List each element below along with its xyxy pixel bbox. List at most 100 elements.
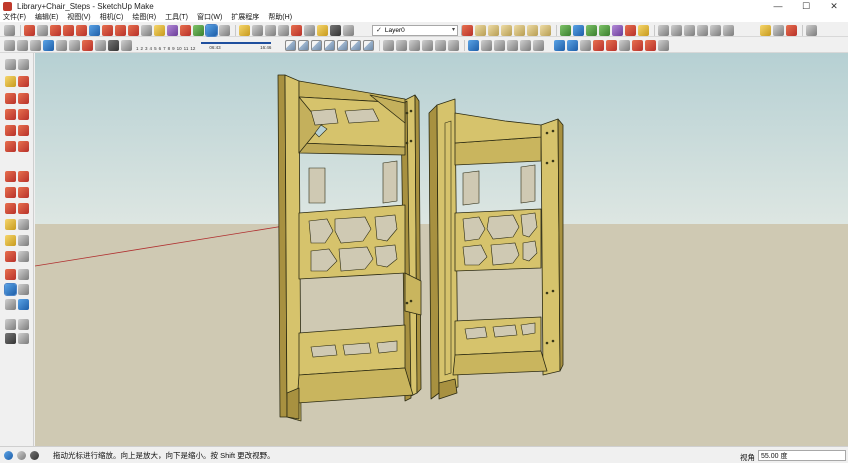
walk-icon[interactable] [5, 333, 16, 344]
shadow-time-track[interactable] [201, 42, 272, 44]
pan-tool-icon[interactable] [193, 24, 204, 36]
tape-measure-icon[interactable] [239, 24, 250, 36]
union-icon[interactable] [409, 39, 420, 51]
offset-tool-icon[interactable] [141, 24, 152, 36]
solid-inspector-icon[interactable] [567, 39, 578, 51]
rotate-icon[interactable] [5, 187, 16, 198]
display-section-planes-icon[interactable] [773, 24, 784, 36]
intersect-icon[interactable] [396, 39, 407, 51]
axes-icon[interactable] [5, 251, 16, 262]
axes-tool-icon[interactable] [291, 24, 302, 36]
zoom-icon[interactable] [4, 283, 17, 296]
fog-icon[interactable] [593, 39, 604, 51]
soften-edges-icon[interactable] [645, 39, 656, 51]
grip-handle-icon[interactable] [4, 39, 15, 51]
shadow-settings-icon[interactable] [121, 39, 132, 51]
smoove-icon[interactable] [488, 24, 499, 36]
walk-icon[interactable] [494, 39, 505, 51]
add-detail-icon[interactable] [527, 24, 538, 36]
protractor-icon[interactable] [5, 235, 16, 246]
pan-icon[interactable] [18, 269, 29, 280]
top-view-icon[interactable] [671, 24, 682, 36]
shadow-time-slider[interactable]: 06:43 16:46 [201, 39, 272, 51]
menu-help[interactable]: 帮助(H) [268, 12, 292, 22]
circle-icon[interactable] [5, 125, 16, 136]
menu-view[interactable]: 视图(V) [67, 12, 90, 22]
rotated-rectangle-icon[interactable] [18, 109, 29, 120]
solid-tools-icon[interactable] [554, 39, 565, 51]
close-button[interactable]: ✕ [820, 0, 848, 12]
shaded-style-icon[interactable] [337, 39, 348, 51]
follow-me-icon[interactable] [167, 24, 178, 36]
photo-texture-icon[interactable] [573, 24, 584, 36]
dimension-icon[interactable] [18, 219, 29, 230]
zoom-window-icon[interactable] [533, 39, 544, 51]
zoom-window-icon[interactable] [18, 284, 29, 295]
styles-icon[interactable] [343, 24, 354, 36]
menu-draw[interactable]: 绘图(R) [132, 12, 156, 22]
arc-icon[interactable] [5, 141, 16, 152]
hidden-line-style-icon[interactable] [324, 39, 335, 51]
monochrome-style-icon[interactable] [363, 39, 374, 51]
rectangle-icon[interactable] [5, 109, 16, 120]
3d-text-icon[interactable] [18, 251, 29, 262]
follow-me-icon[interactable] [18, 187, 29, 198]
polygon-icon[interactable] [18, 125, 29, 136]
sandbox-from-scratch-icon[interactable] [475, 24, 486, 36]
menu-camera[interactable]: 相机(C) [100, 12, 124, 22]
scene-canvas[interactable] [35, 53, 848, 446]
eraser-tool-icon[interactable] [24, 24, 35, 36]
offset-icon[interactable] [18, 203, 29, 214]
line-icon[interactable] [5, 93, 16, 104]
outliner-icon[interactable] [658, 39, 669, 51]
drape-icon[interactable] [514, 24, 525, 36]
arc-tool-icon[interactable] [63, 24, 74, 36]
materials-icon[interactable] [632, 39, 643, 51]
geo-location-status-icon[interactable] [4, 450, 13, 460]
previous-view-icon[interactable] [507, 39, 518, 51]
model-viewport[interactable] [35, 53, 848, 446]
xray-style-icon[interactable] [285, 39, 296, 51]
line-tool-icon[interactable] [50, 24, 61, 36]
tape-measure-icon[interactable] [5, 219, 16, 230]
pencil-tool-icon[interactable] [37, 24, 48, 36]
section-plane-icon[interactable] [18, 333, 29, 344]
push-pull-icon[interactable] [18, 171, 29, 182]
scale-tool-icon[interactable] [128, 24, 139, 36]
match-photo-icon[interactable] [606, 39, 617, 51]
walk-tool-icon[interactable] [806, 24, 817, 36]
shadow-month-scale[interactable]: 1 2 3 4 5 6 7 8 9 10 11 12 [136, 39, 197, 51]
move-icon[interactable] [5, 171, 16, 182]
cut-icon[interactable] [56, 39, 67, 51]
flip-edge-icon[interactable] [540, 24, 551, 36]
iso-view-icon[interactable] [658, 24, 669, 36]
scenes-icon[interactable] [619, 39, 630, 51]
stamp-icon[interactable] [501, 24, 512, 36]
measurements-input[interactable]: 55.00 度 [758, 450, 846, 461]
open-file-icon[interactable] [30, 39, 41, 51]
text-icon[interactable] [18, 235, 29, 246]
credits-status-icon[interactable] [17, 450, 26, 460]
paint-bucket-icon[interactable] [154, 24, 165, 36]
look-around-icon[interactable] [481, 39, 492, 51]
menu-file[interactable]: 文件(F) [3, 12, 26, 22]
new-file-icon[interactable] [17, 39, 28, 51]
orbit-icon[interactable] [5, 269, 16, 280]
scale-icon[interactable] [5, 203, 16, 214]
front-view-icon[interactable] [684, 24, 695, 36]
print-icon[interactable] [95, 39, 106, 51]
look-around-icon[interactable] [18, 319, 29, 330]
menu-edit[interactable]: 编辑(E) [35, 12, 58, 22]
text-tool-icon[interactable] [278, 24, 289, 36]
select-icon[interactable] [5, 59, 16, 70]
3d-text-icon[interactable] [304, 24, 315, 36]
geo-location-icon[interactable] [560, 24, 571, 36]
trim-icon[interactable] [435, 39, 446, 51]
rotate-tool-icon[interactable] [115, 24, 126, 36]
zoom-extents-icon[interactable] [219, 24, 230, 36]
freehand-icon[interactable] [18, 93, 29, 104]
delete-icon[interactable] [82, 39, 93, 51]
position-camera-icon[interactable] [5, 319, 16, 330]
protractor-icon[interactable] [265, 24, 276, 36]
zoom-tool-icon[interactable] [205, 23, 218, 37]
